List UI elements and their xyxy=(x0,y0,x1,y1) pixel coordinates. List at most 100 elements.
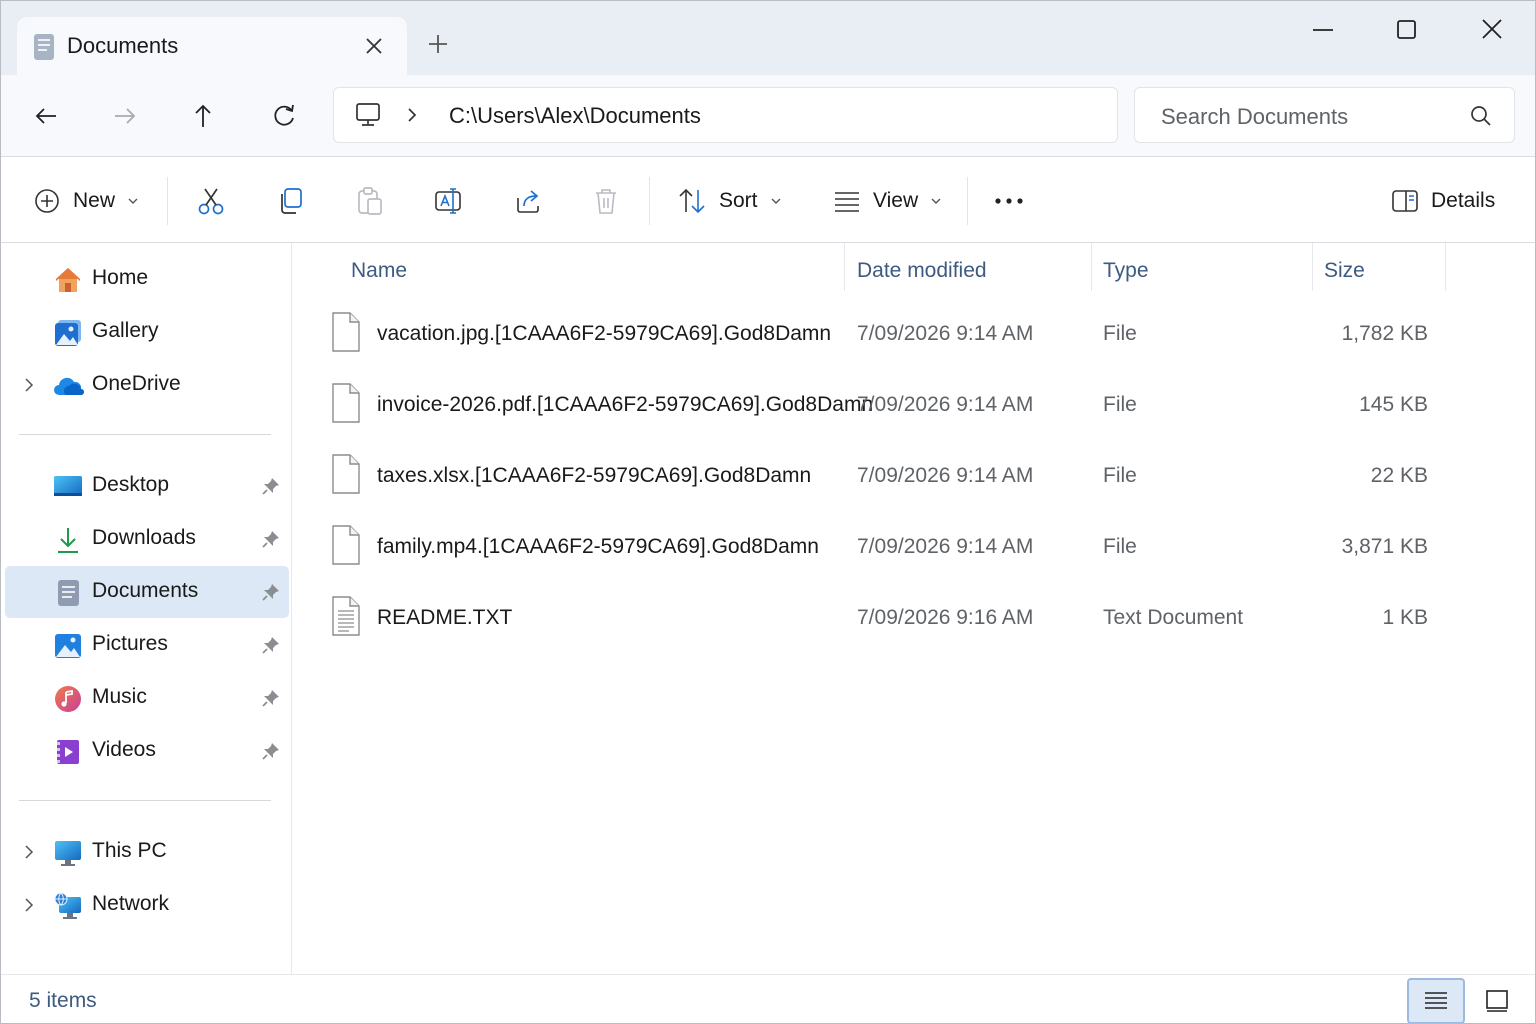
file-type: File xyxy=(1103,322,1137,345)
sidebar-item-documents[interactable]: Documents xyxy=(5,566,289,618)
sort-button[interactable]: Sort xyxy=(677,185,782,217)
sidebar-item-label: Desktop xyxy=(92,473,170,496)
sidebar-item-desktop[interactable]: Desktop xyxy=(5,460,289,512)
tab-documents[interactable]: Documents xyxy=(17,17,407,75)
search-input[interactable]: Search Documents xyxy=(1134,87,1515,143)
sidebar-item-music[interactable]: Music xyxy=(5,672,289,724)
minimize-icon[interactable] xyxy=(1305,15,1341,45)
new-label: New xyxy=(73,189,116,212)
column-header-type[interactable]: Type xyxy=(1091,257,1311,297)
chevron-right-icon[interactable] xyxy=(21,896,37,914)
sidebar-item-label: Downloads xyxy=(92,526,196,549)
pin-icon[interactable] xyxy=(261,635,281,655)
view-label: View xyxy=(873,189,919,212)
file-date-modified: 7/09/2026 9:16 AM xyxy=(857,606,1034,629)
share-icon[interactable] xyxy=(514,185,542,217)
toolbar-separator xyxy=(967,177,968,225)
file-row[interactable]: taxes.xlsx.[1CAAA6F2-5979CA69].God8Damn … xyxy=(323,445,1453,507)
details-view-button[interactable] xyxy=(1407,978,1465,1023)
details-pane-icon xyxy=(1391,189,1419,213)
file-size: 22 KB xyxy=(1370,464,1428,487)
address-bar: C:\Users\Alex\Documents Search Documents xyxy=(1,75,1535,157)
back-arrow-icon[interactable] xyxy=(31,101,61,131)
sidebar-item-network[interactable]: Network xyxy=(5,879,289,931)
forward-arrow-icon[interactable] xyxy=(110,101,140,131)
chevron-down-icon xyxy=(930,195,942,207)
close-icon[interactable] xyxy=(1474,15,1510,45)
chevron-right-icon[interactable] xyxy=(402,105,422,125)
chevron-right-icon[interactable] xyxy=(21,843,37,861)
file-row[interactable]: family.mp4.[1CAAA6F2-5979CA69].God8Damn … xyxy=(323,516,1453,578)
pin-icon[interactable] xyxy=(261,741,281,761)
file-list-pane: Name Date modified Type Size vacation.jp… xyxy=(293,243,1535,974)
file-date-modified: 7/09/2026 9:14 AM xyxy=(857,393,1034,416)
new-tab-icon[interactable] xyxy=(425,31,451,57)
new-button[interactable]: New xyxy=(33,185,139,217)
address-path-field[interactable]: C:\Users\Alex\Documents xyxy=(333,87,1118,143)
tab-close-icon[interactable] xyxy=(361,33,387,59)
file-type: File xyxy=(1103,535,1137,558)
music-icon xyxy=(53,684,83,714)
file-size: 1 KB xyxy=(1382,606,1428,629)
pin-icon[interactable] xyxy=(261,529,281,549)
cut-icon[interactable] xyxy=(197,185,225,217)
view-button[interactable]: View xyxy=(833,185,942,217)
chevron-down-icon xyxy=(770,195,782,207)
sidebar-item-home[interactable]: Home xyxy=(5,253,289,305)
refresh-icon[interactable] xyxy=(269,101,299,131)
chevron-right-icon[interactable] xyxy=(21,376,37,394)
sidebar-divider xyxy=(19,800,271,801)
onedrive-icon xyxy=(53,371,84,401)
up-arrow-icon[interactable] xyxy=(188,101,218,131)
chevron-down-icon xyxy=(127,195,139,207)
sidebar-item-gallery[interactable]: Gallery xyxy=(5,306,289,358)
sidebar-item-videos[interactable]: Videos xyxy=(5,725,289,777)
sidebar-item-label: Home xyxy=(92,266,149,289)
documents-icon xyxy=(33,33,55,61)
details-label: Details xyxy=(1431,189,1496,212)
sidebar-item-onedrive[interactable]: OneDrive xyxy=(5,359,289,411)
search-icon[interactable] xyxy=(1469,104,1493,128)
column-header-name[interactable]: Name xyxy=(339,257,843,297)
delete-icon[interactable] xyxy=(592,185,620,217)
gallery-icon xyxy=(53,318,83,348)
file-row[interactable]: README.TXT 7/09/2026 9:16 AM Text Docume… xyxy=(323,587,1453,649)
more-icon[interactable] xyxy=(993,185,1025,217)
sidebar-item-label: This PC xyxy=(92,839,167,862)
pin-icon[interactable] xyxy=(261,582,281,602)
file-size: 3,871 KB xyxy=(1341,535,1428,558)
details-pane-button[interactable]: Details xyxy=(1391,185,1495,217)
tiles-view-button[interactable] xyxy=(1468,978,1526,1023)
file-row[interactable]: vacation.jpg.[1CAAA6F2-5979CA69].God8Dam… xyxy=(323,303,1453,365)
pictures-icon xyxy=(53,631,83,661)
file-icon xyxy=(331,453,361,495)
paste-icon[interactable] xyxy=(356,185,384,217)
file-date-modified: 7/09/2026 9:14 AM xyxy=(857,464,1034,487)
sidebar-item-label: Network xyxy=(92,892,170,915)
text-document-icon xyxy=(331,595,361,637)
file-row[interactable]: invoice-2026.pdf.[1CAAA6F2-5979CA69].God… xyxy=(323,374,1453,436)
sidebar-item-this-pc[interactable]: This PC xyxy=(5,826,289,878)
column-header-size[interactable]: Size xyxy=(1312,257,1444,297)
file-icon xyxy=(331,524,361,566)
column-header-date-modified[interactable]: Date modified xyxy=(845,257,1091,297)
address-path-text: C:\Users\Alex\Documents xyxy=(449,103,701,128)
file-icon xyxy=(331,382,361,424)
view-lines-icon xyxy=(833,189,861,213)
status-bar: 5 items xyxy=(1,974,1535,1023)
copy-icon[interactable] xyxy=(277,185,305,217)
rename-icon[interactable] xyxy=(434,185,462,217)
sidebar-item-pictures[interactable]: Pictures xyxy=(5,619,289,671)
network-icon xyxy=(53,891,83,921)
maximize-icon[interactable] xyxy=(1388,15,1424,45)
file-name: family.mp4.[1CAAA6F2-5979CA69].God8Damn xyxy=(377,535,819,558)
tiles-view-icon xyxy=(1484,989,1510,1013)
sidebar-item-downloads[interactable]: Downloads xyxy=(5,513,289,565)
title-bar: Documents xyxy=(1,1,1535,75)
sidebar-item-label: Videos xyxy=(92,738,156,761)
pin-icon[interactable] xyxy=(261,476,281,496)
downloads-icon xyxy=(53,525,83,555)
sidebar-item-label: Gallery xyxy=(92,319,159,342)
pin-icon[interactable] xyxy=(261,688,281,708)
column-divider[interactable] xyxy=(1445,243,1446,291)
